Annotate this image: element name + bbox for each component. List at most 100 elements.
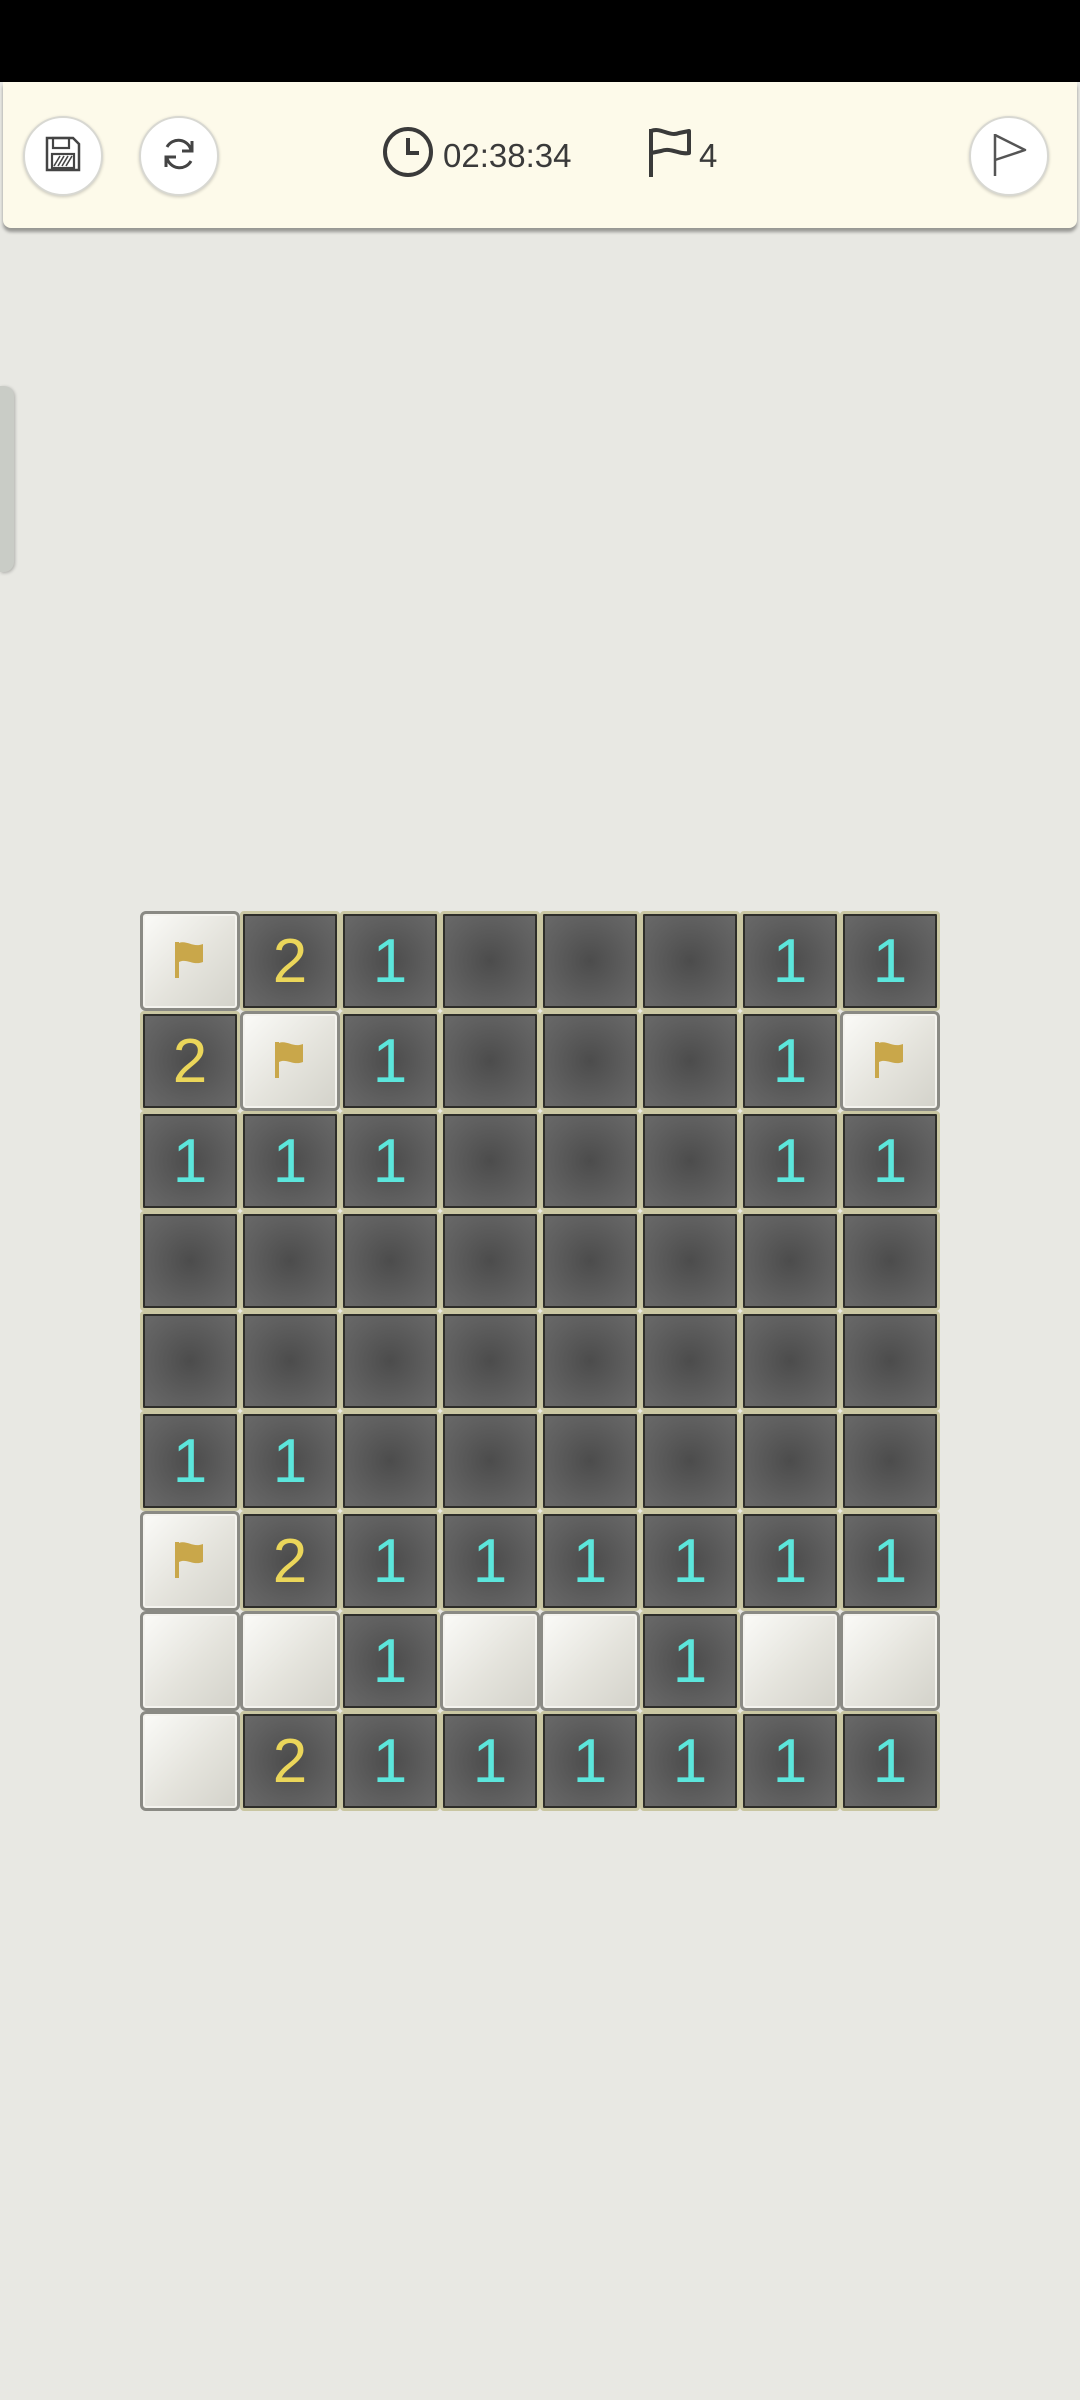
cell-number[interactable]: 1 <box>740 911 840 1011</box>
cell-empty[interactable] <box>440 1211 540 1311</box>
cell-empty[interactable] <box>140 1211 240 1311</box>
cell-empty[interactable] <box>540 1411 640 1511</box>
cell-number[interactable]: 1 <box>640 1611 740 1711</box>
cell-number[interactable]: 1 <box>640 1511 740 1611</box>
cell-number[interactable]: 1 <box>740 1511 840 1611</box>
cell-number[interactable]: 1 <box>340 1111 440 1211</box>
cell-number-label: 1 <box>572 1726 608 1796</box>
cell-empty[interactable] <box>240 1311 340 1411</box>
cell-empty[interactable] <box>740 1211 840 1311</box>
side-drawer-handle[interactable] <box>0 386 14 572</box>
cell-empty[interactable] <box>440 1111 540 1211</box>
cell-empty[interactable] <box>540 1011 640 1111</box>
cell-empty[interactable] <box>440 911 540 1011</box>
cell-empty[interactable] <box>440 1011 540 1111</box>
cell-flagged[interactable] <box>240 1011 340 1111</box>
cell-number[interactable]: 1 <box>140 1111 240 1211</box>
cell-empty[interactable] <box>840 1411 940 1511</box>
cell-hidden[interactable] <box>140 1711 240 1811</box>
cell-number[interactable]: 1 <box>740 1011 840 1111</box>
cell-number-label: 1 <box>672 1526 708 1596</box>
cell-number[interactable]: 1 <box>440 1511 540 1611</box>
cell-number[interactable]: 1 <box>240 1411 340 1511</box>
cell-empty[interactable] <box>340 1211 440 1311</box>
cell-number[interactable]: 1 <box>340 1511 440 1611</box>
cell-number-label: 1 <box>672 1626 708 1696</box>
game-board: 211121111111112111111112111111 <box>140 911 940 1811</box>
cell-number-label: 1 <box>372 1126 408 1196</box>
cell-empty[interactable] <box>640 1011 740 1111</box>
cell-number[interactable]: 1 <box>740 1111 840 1211</box>
cell-empty[interactable] <box>640 1411 740 1511</box>
cell-hidden[interactable] <box>840 1611 940 1711</box>
cell-number-label: 1 <box>172 1426 208 1496</box>
cell-hidden[interactable] <box>740 1611 840 1711</box>
cell-number[interactable]: 2 <box>140 1011 240 1111</box>
cell-number[interactable]: 1 <box>340 1711 440 1811</box>
cell-number-label: 1 <box>372 1526 408 1596</box>
flag-icon <box>867 1026 913 1097</box>
cell-empty[interactable] <box>240 1211 340 1311</box>
cell-number[interactable]: 2 <box>240 911 340 1011</box>
cell-number[interactable]: 1 <box>340 911 440 1011</box>
cell-empty[interactable] <box>840 1211 940 1311</box>
cell-number[interactable]: 1 <box>540 1511 640 1611</box>
cell-empty[interactable] <box>540 1111 640 1211</box>
cell-number[interactable]: 1 <box>340 1011 440 1111</box>
cell-number[interactable]: 1 <box>840 911 940 1011</box>
cell-number-label: 1 <box>772 1126 808 1196</box>
toolbar: 02:38:34 4 <box>3 82 1077 228</box>
cell-number[interactable]: 2 <box>240 1511 340 1611</box>
cell-empty[interactable] <box>640 1111 740 1211</box>
cell-empty[interactable] <box>740 1411 840 1511</box>
cell-empty[interactable] <box>440 1411 540 1511</box>
cell-flagged[interactable] <box>140 911 240 1011</box>
cell-number[interactable]: 1 <box>140 1411 240 1511</box>
flag-icon <box>645 125 695 187</box>
cell-empty[interactable] <box>140 1311 240 1411</box>
cell-number[interactable]: 1 <box>740 1711 840 1811</box>
cell-empty[interactable] <box>540 911 640 1011</box>
save-button[interactable] <box>23 116 103 196</box>
cell-number-label: 2 <box>172 1026 208 1096</box>
cell-number[interactable]: 1 <box>540 1711 640 1811</box>
cell-empty[interactable] <box>840 1311 940 1411</box>
cell-empty[interactable] <box>640 911 740 1011</box>
cell-hidden[interactable] <box>440 1611 540 1711</box>
cell-empty[interactable] <box>340 1311 440 1411</box>
cell-number-label: 1 <box>772 1526 808 1596</box>
restart-button[interactable] <box>139 116 219 196</box>
cell-flagged[interactable] <box>140 1511 240 1611</box>
cell-empty[interactable] <box>640 1211 740 1311</box>
cell-number[interactable]: 2 <box>240 1711 340 1811</box>
cell-empty[interactable] <box>340 1411 440 1511</box>
flag-counter: 4 <box>645 128 717 184</box>
cell-hidden[interactable] <box>140 1611 240 1711</box>
cell-number[interactable]: 1 <box>340 1611 440 1711</box>
flag-icon <box>267 1026 313 1097</box>
cell-hidden[interactable] <box>540 1611 640 1711</box>
cell-hidden[interactable] <box>240 1611 340 1711</box>
cell-empty[interactable] <box>740 1311 840 1411</box>
cell-number-label: 1 <box>372 926 408 996</box>
cell-number[interactable]: 1 <box>440 1711 540 1811</box>
cell-number-label: 1 <box>172 1126 208 1196</box>
save-icon <box>43 134 83 179</box>
timer: 02:38:34 <box>381 125 571 187</box>
cell-number[interactable]: 1 <box>640 1711 740 1811</box>
cell-flagged[interactable] <box>840 1011 940 1111</box>
cell-number-label: 1 <box>872 926 908 996</box>
cell-number-label: 1 <box>572 1526 608 1596</box>
cell-number[interactable]: 1 <box>840 1111 940 1211</box>
clock-icon <box>381 125 435 187</box>
cell-number-label: 1 <box>772 1026 808 1096</box>
cell-number[interactable]: 1 <box>840 1711 940 1811</box>
cell-empty[interactable] <box>440 1311 540 1411</box>
cell-number-label: 1 <box>872 1126 908 1196</box>
cell-number[interactable]: 1 <box>240 1111 340 1211</box>
cell-empty[interactable] <box>540 1311 640 1411</box>
flag-mode-button[interactable] <box>969 116 1049 196</box>
cell-empty[interactable] <box>640 1311 740 1411</box>
cell-empty[interactable] <box>540 1211 640 1311</box>
cell-number[interactable]: 1 <box>840 1511 940 1611</box>
